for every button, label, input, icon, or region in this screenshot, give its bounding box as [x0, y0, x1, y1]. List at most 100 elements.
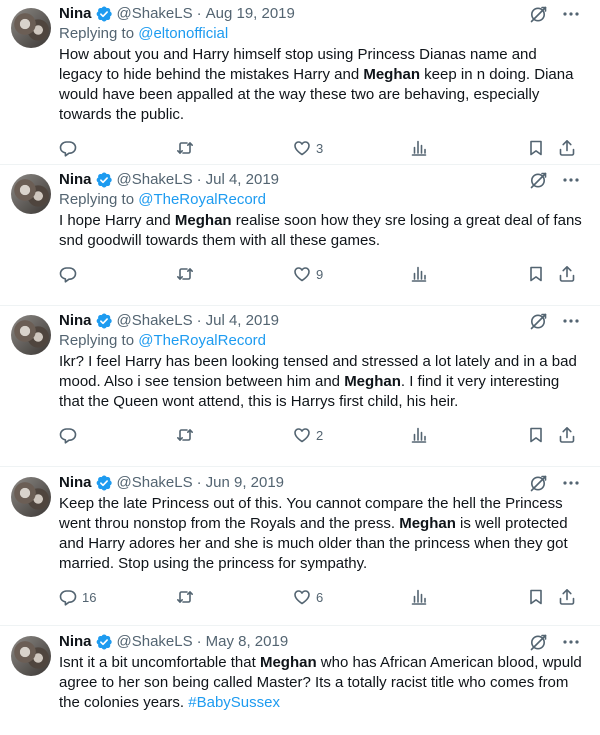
keyword-highlight: Meghan	[363, 66, 421, 83]
text-segment: I hope Harry and	[59, 212, 175, 229]
reply-icon	[59, 141, 77, 157]
author-handle[interactable]: @ShakeLS	[117, 4, 193, 24]
bookmark-icon	[530, 140, 542, 156]
tweet[interactable]: Nina @ShakeLS · Jun 9, 2019 Keep the lat…	[0, 467, 600, 626]
retweet-icon	[177, 142, 193, 154]
views-button[interactable]	[410, 426, 527, 444]
tweet[interactable]: Nina @ShakeLS · Aug 19, 2019 Replying to…	[0, 0, 600, 165]
tweet-text: I hope Harry and Meghan realise soon how…	[59, 211, 584, 251]
bookmark-icon	[530, 589, 542, 605]
avatar[interactable]	[11, 8, 51, 48]
share-icon	[559, 266, 575, 282]
share-button[interactable]	[558, 426, 576, 444]
retweet-icon	[177, 268, 193, 280]
share-icon	[559, 427, 575, 443]
like-count: 9	[316, 266, 324, 282]
like-button[interactable]: 3	[293, 139, 410, 157]
separator-dot: ·	[196, 633, 202, 650]
tweet-actions: 2	[59, 425, 584, 445]
replying-to-link[interactable]: @TheRoyalRecord	[138, 191, 266, 208]
more-icon[interactable]	[562, 474, 580, 492]
author-name[interactable]: Nina	[59, 311, 92, 331]
more-icon[interactable]	[562, 171, 580, 189]
reply-button[interactable]	[59, 265, 176, 283]
views-button[interactable]	[410, 139, 527, 157]
bookmark-button[interactable]	[527, 588, 558, 606]
author-name[interactable]: Nina	[59, 4, 92, 24]
separator-dot: ·	[196, 474, 202, 491]
avatar[interactable]	[11, 477, 51, 517]
like-button[interactable]: 6	[293, 588, 410, 606]
replying-to-label: Replying to	[59, 25, 135, 42]
bookmark-button[interactable]	[527, 139, 558, 157]
reply-button[interactable]: 16	[59, 588, 176, 606]
more-icon[interactable]	[562, 312, 580, 330]
share-button[interactable]	[558, 265, 576, 283]
replying-to-link[interactable]: @TheRoyalRecord	[138, 332, 266, 349]
grok-icon[interactable]	[528, 4, 548, 24]
tweet-text: Keep the late Princess out of this. You …	[59, 494, 584, 574]
views-button[interactable]	[410, 265, 527, 283]
tweet-actions: 9	[59, 264, 584, 284]
avatar[interactable]	[11, 636, 51, 676]
like-count: 6	[316, 589, 324, 605]
tweet-content: Nina @ShakeLS · Aug 19, 2019 Replying to…	[59, 4, 584, 158]
verified-badge-icon	[96, 313, 112, 329]
share-button[interactable]	[558, 588, 576, 606]
grok-icon[interactable]	[528, 473, 548, 493]
verified-badge-icon	[96, 6, 112, 22]
author-handle[interactable]: @ShakeLS	[117, 170, 193, 190]
hashtag-link[interactable]: #BabySussex	[188, 694, 280, 711]
like-icon	[294, 428, 310, 443]
verified-badge-icon	[96, 475, 112, 491]
separator-dot: ·	[196, 5, 202, 22]
tweet-actions: 3	[59, 138, 584, 158]
reply-button[interactable]	[59, 139, 176, 157]
like-button[interactable]: 2	[293, 426, 410, 444]
author-name[interactable]: Nina	[59, 632, 92, 652]
keyword-highlight: Meghan	[174, 212, 232, 229]
tweet-date[interactable]: Aug 19, 2019	[206, 4, 295, 24]
keyword-highlight: Meghan	[344, 373, 401, 390]
tweet[interactable]: Nina @ShakeLS · May 8, 2019 Isnt it a bi…	[0, 626, 600, 735]
author-handle[interactable]: @ShakeLS	[117, 473, 193, 493]
retweet-button[interactable]	[176, 139, 293, 157]
replying-to-link[interactable]: @eltonofficial	[138, 25, 228, 42]
tweet[interactable]: Nina @ShakeLS · Jul 4, 2019 Replying to …	[0, 306, 600, 467]
reply-button[interactable]	[59, 426, 176, 444]
tweet-date[interactable]: Jul 4, 2019	[206, 311, 279, 331]
bookmark-icon	[530, 427, 542, 443]
tweet-text: How about you and Harry himself stop usi…	[59, 45, 584, 125]
tweet-text: Ikr? I feel Harry has been looking tense…	[59, 352, 584, 412]
tweet-header: Nina @ShakeLS · Jul 4, 2019	[59, 311, 584, 331]
bookmark-button[interactable]	[527, 426, 558, 444]
views-icon	[411, 266, 427, 282]
tweet-date[interactable]: May 8, 2019	[206, 632, 289, 652]
reply-icon	[59, 590, 77, 606]
author-name[interactable]: Nina	[59, 170, 92, 190]
grok-icon[interactable]	[528, 170, 548, 190]
retweet-button[interactable]	[176, 265, 293, 283]
avatar[interactable]	[11, 174, 51, 214]
retweet-button[interactable]	[176, 588, 293, 606]
tweet-header: Nina @ShakeLS · May 8, 2019	[59, 632, 584, 652]
author-handle[interactable]: @ShakeLS	[117, 632, 193, 652]
share-icon	[559, 140, 575, 156]
more-icon[interactable]	[562, 5, 580, 23]
tweet[interactable]: Nina @ShakeLS · Jul 4, 2019 Replying to …	[0, 165, 600, 306]
keyword-highlight: Meghan	[399, 515, 456, 532]
avatar[interactable]	[11, 315, 51, 355]
grok-icon[interactable]	[528, 632, 548, 652]
more-icon[interactable]	[562, 633, 580, 651]
separator-dot: ·	[196, 312, 202, 329]
views-button[interactable]	[410, 588, 527, 606]
author-name[interactable]: Nina	[59, 473, 92, 493]
author-handle[interactable]: @ShakeLS	[117, 311, 193, 331]
like-button[interactable]: 9	[293, 265, 410, 283]
tweet-date[interactable]: Jul 4, 2019	[206, 170, 279, 190]
bookmark-button[interactable]	[527, 265, 558, 283]
retweet-button[interactable]	[176, 426, 293, 444]
grok-icon[interactable]	[528, 311, 548, 331]
tweet-date[interactable]: Jun 9, 2019	[206, 473, 284, 493]
share-button[interactable]	[558, 139, 576, 157]
